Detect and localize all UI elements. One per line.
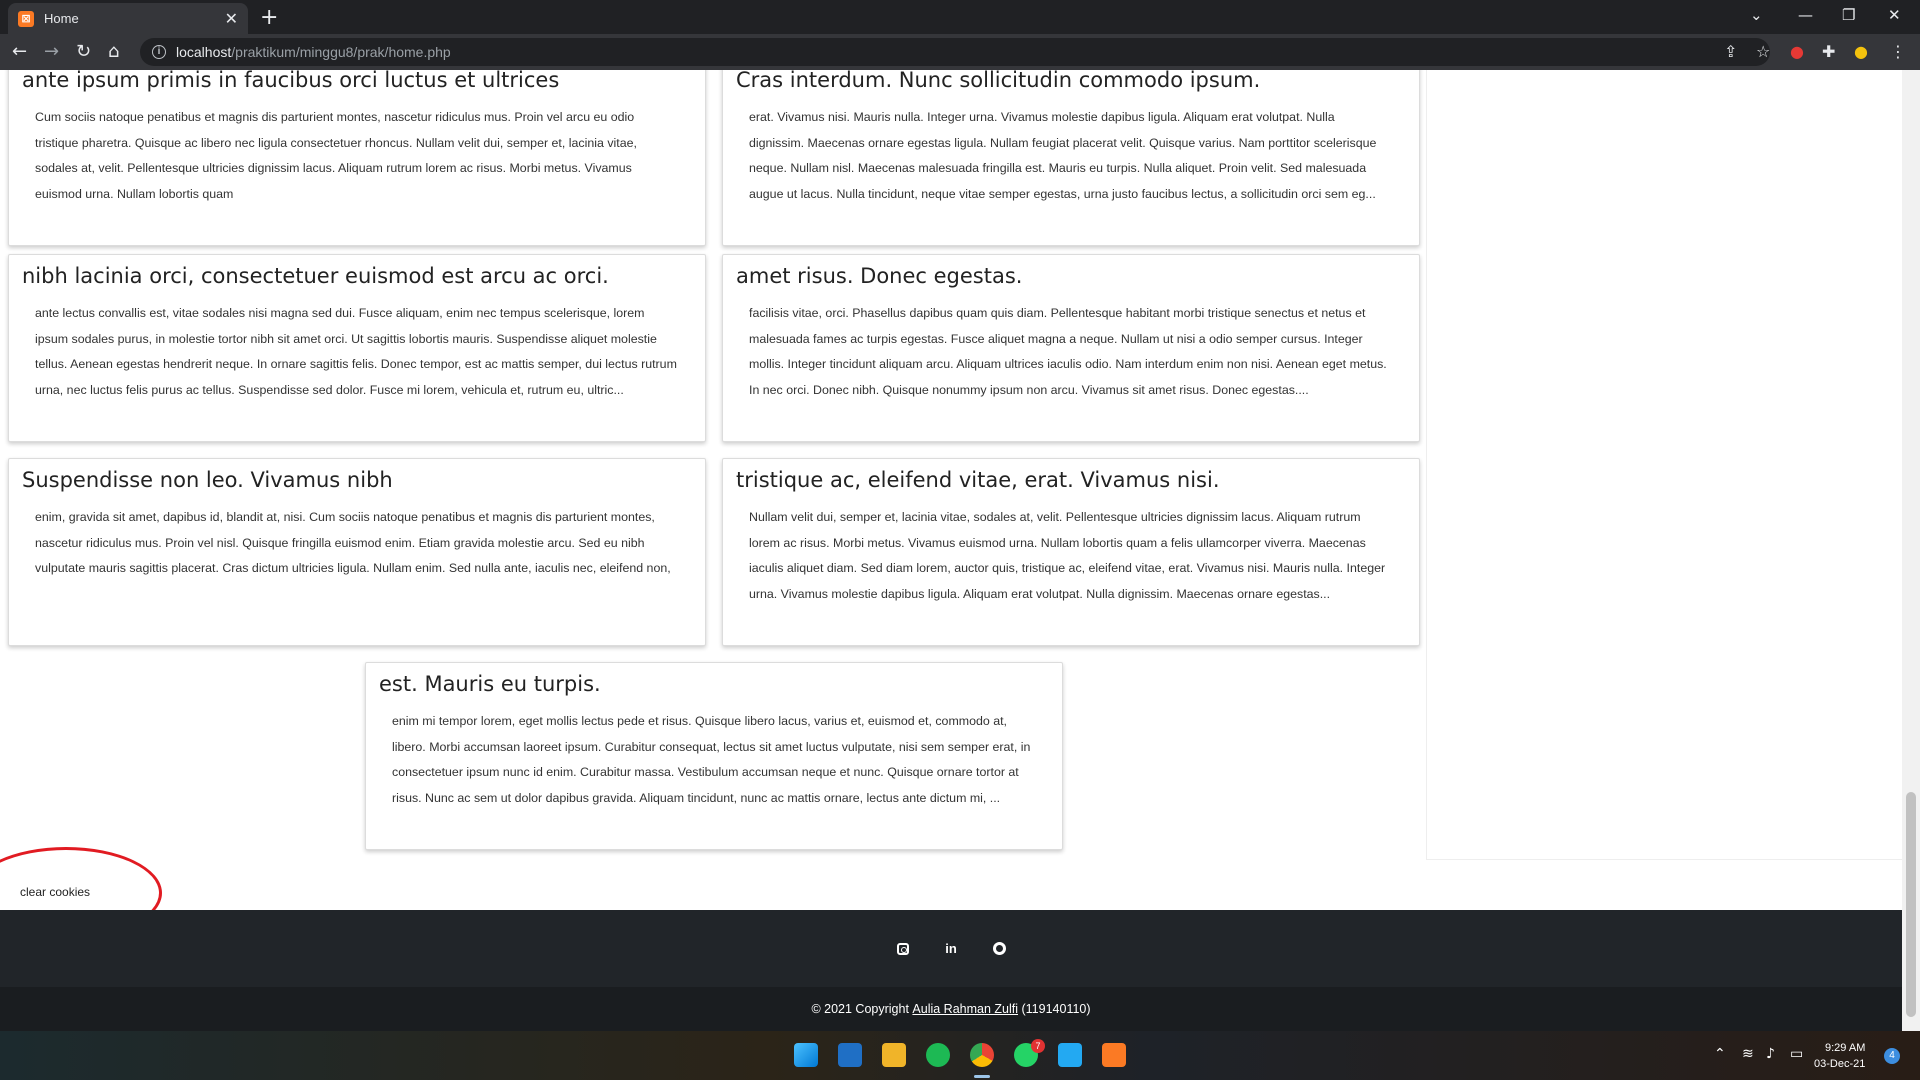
card-title: est. Mauris eu turpis. (379, 672, 601, 696)
file-explorer-icon[interactable] (882, 1043, 906, 1067)
widgets-icon[interactable] (838, 1043, 862, 1067)
xampp-favicon-icon: ⊠ (18, 10, 34, 27)
share-icon[interactable]: ⇪ (1724, 42, 1737, 61)
article-card: Cras interdum. Nunc sollicitudin commodo… (722, 70, 1420, 246)
author-nim: (119140110) (1021, 1002, 1091, 1016)
card-text: ante lectus convallis est, vitae sodales… (35, 306, 677, 397)
card-title: ante ipsum primis in faucibus orci luctu… (22, 70, 560, 92)
browser-tab[interactable]: ⊠ Home ✕ (8, 3, 248, 34)
footer-copyright: © 2021 Copyright Aulia Rahman Zulfi (119… (0, 987, 1902, 1031)
chrome-icon[interactable] (970, 1043, 994, 1067)
wifi-icon[interactable]: ≋ (1742, 1046, 1754, 1062)
github-icon[interactable] (992, 942, 1006, 956)
forward-icon[interactable]: → (44, 41, 59, 62)
extension-red-icon[interactable]: ● (1790, 42, 1804, 61)
scrollbar-thumb[interactable] (1906, 792, 1916, 1017)
card-text: enim mi tempor lorem, eget mollis lectus… (392, 714, 1031, 805)
minimize-icon[interactable]: — (1798, 6, 1813, 24)
url-host: localhost (176, 44, 232, 60)
taskbar-clock[interactable]: 9:29 AM 03-Dec-21 (1814, 1040, 1865, 1072)
author-link[interactable]: Aulia Rahman Zulfi (912, 1002, 1018, 1016)
card-title: Suspendisse non leo. Vivamus nibh (22, 468, 393, 492)
notification-badge[interactable]: 4 (1884, 1048, 1900, 1064)
instagram-icon[interactable] (896, 942, 910, 956)
restore-icon[interactable]: ❐ (1842, 6, 1855, 24)
spotify-icon[interactable] (926, 1043, 950, 1067)
url-path: /praktikum/minggu8/prak/home.php (231, 44, 451, 60)
article-card: nibh lacinia orci, consectetuer euismod … (8, 254, 706, 442)
browser-menu-icon[interactable]: ⋮ (1890, 42, 1906, 61)
card-title: nibh lacinia orci, consectetuer euismod … (22, 264, 609, 288)
page-content: ante ipsum primis in faucibus orci luctu… (0, 70, 1902, 1031)
card-text: erat. Vivamus nisi. Mauris nulla. Intege… (749, 110, 1377, 201)
site-info-icon[interactable]: i (152, 45, 166, 59)
tab-title: Home (44, 11, 79, 26)
card-title: Cras interdum. Nunc sollicitudin commodo… (736, 70, 1261, 92)
home-icon[interactable]: ⌂ (108, 41, 119, 62)
reload-icon[interactable]: ↻ (76, 41, 91, 62)
volume-icon[interactable]: ♪ (1766, 1046, 1775, 1062)
article-card: est. Mauris eu turpis. enim mi tempor lo… (365, 662, 1063, 850)
battery-icon[interactable]: ▭ (1790, 1046, 1803, 1062)
windows-taskbar: 7 ⌃ ≋ ♪ ▭ 9:29 AM 03-Dec-21 4 (0, 1031, 1920, 1080)
card-title: tristique ac, eleifend vitae, erat. Viva… (736, 468, 1220, 492)
tab-search-icon[interactable]: ⌄ (1750, 6, 1763, 24)
close-window-icon[interactable]: ✕ (1888, 6, 1901, 24)
vscode-icon[interactable] (1058, 1043, 1082, 1067)
card-text: Cum sociis natoque penatibus et magnis d… (35, 110, 637, 201)
article-card: ante ipsum primis in faucibus orci luctu… (8, 70, 706, 246)
sidebar-panel (1426, 70, 1902, 860)
whatsapp-badge: 7 (1031, 1039, 1045, 1053)
active-app-indicator (974, 1075, 990, 1078)
start-windows-icon[interactable] (794, 1043, 818, 1067)
copyright-prefix: © 2021 Copyright (811, 1002, 909, 1016)
new-tab-icon[interactable]: + (260, 5, 278, 30)
clock-time: 9:29 AM (1825, 1042, 1866, 1054)
browser-tab-bar: ⊠ Home ✕ + ⌄ — ❐ ✕ (0, 0, 1920, 34)
linkedin-icon[interactable]: in (944, 941, 958, 956)
xampp-icon[interactable] (1102, 1043, 1126, 1067)
article-card: Suspendisse non leo. Vivamus nibh enim, … (8, 458, 706, 646)
footer-social-bar: in (0, 910, 1902, 987)
back-icon[interactable]: ← (12, 41, 27, 62)
bookmark-star-icon[interactable]: ☆ (1756, 42, 1770, 61)
clear-cookies-link[interactable]: clear cookies (20, 885, 90, 899)
browser-toolbar: ← → ↻ ⌂ i localhost/praktikum/minggu8/pr… (0, 34, 1920, 70)
profile-avatar-icon[interactable]: ● (1854, 42, 1868, 61)
address-bar[interactable]: i localhost/praktikum/minggu8/prak/home.… (140, 38, 1770, 66)
card-text: Nullam velit dui, semper et, lacinia vit… (749, 510, 1386, 601)
article-card: tristique ac, eleifend vitae, erat. Viva… (722, 458, 1420, 646)
tab-close-icon[interactable]: ✕ (225, 9, 238, 28)
extensions-puzzle-icon[interactable]: ✚ (1822, 42, 1835, 61)
article-card: amet risus. Donec egestas. facilisis vit… (722, 254, 1420, 442)
card-text: facilisis vitae, orci. Phasellus dapibus… (749, 306, 1387, 397)
clock-date: 03-Dec-21 (1814, 1058, 1866, 1070)
page-scrollbar[interactable] (1902, 70, 1920, 1031)
card-title: amet risus. Donec egestas. (736, 264, 1023, 288)
tray-chevron-icon[interactable]: ⌃ (1714, 1046, 1726, 1062)
card-text: enim, gravida sit amet, dapibus id, blan… (35, 510, 671, 575)
